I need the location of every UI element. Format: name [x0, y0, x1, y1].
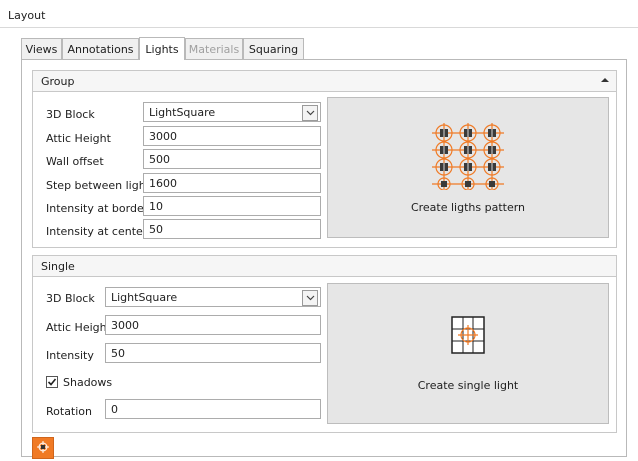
- light-tool-button[interactable]: [32, 437, 54, 459]
- single-block-select[interactable]: LightSquare: [105, 287, 321, 307]
- group-step-label: Step between lights: [46, 179, 156, 192]
- create-pattern-label: Create ligths pattern: [410, 200, 526, 214]
- tab-views[interactable]: Views: [21, 38, 62, 60]
- group-border-label: Intensity at border: [46, 202, 149, 215]
- group-block-select[interactable]: LightSquare: [143, 102, 321, 122]
- group-attic-label: Attic Height: [46, 132, 111, 145]
- group-block-label: 3D Block: [46, 108, 95, 121]
- group-wall-input[interactable]: 500: [143, 149, 321, 169]
- single-rotation-label: Rotation: [46, 405, 93, 418]
- light-grid-icon: [430, 122, 506, 193]
- light-tool-icon: [36, 440, 50, 457]
- tab-label: Annotations: [67, 43, 134, 56]
- single-rotation-value: 0: [111, 402, 118, 416]
- single-attic-label: Attic Height: [46, 321, 111, 334]
- group-attic-input[interactable]: 3000: [143, 126, 321, 146]
- checkmark-icon: [47, 378, 57, 386]
- group-block-value: LightSquare: [149, 105, 216, 119]
- create-single-button[interactable]: Create single light: [327, 283, 609, 424]
- tab-materials: Materials: [185, 38, 243, 60]
- group-center-value: 50: [149, 222, 163, 236]
- chevron-down-icon[interactable]: [302, 290, 318, 306]
- tab-label: Materials: [188, 43, 240, 56]
- tab-squaring[interactable]: Squaring: [243, 38, 304, 60]
- group-step-value: 1600: [149, 176, 177, 190]
- single-header[interactable]: Single: [33, 256, 616, 277]
- create-pattern-button[interactable]: Create ligths pattern: [327, 97, 609, 238]
- group-wall-value: 500: [149, 152, 170, 166]
- single-intensity-input[interactable]: 50: [105, 343, 321, 363]
- group-header-label: Group: [41, 74, 75, 88]
- single-attic-input[interactable]: 3000: [105, 315, 321, 335]
- tab-label: Squaring: [248, 43, 299, 56]
- group-border-value: 10: [149, 199, 163, 213]
- group-header[interactable]: Group: [33, 71, 616, 92]
- window-title: Layout: [8, 9, 46, 22]
- single-block-value: LightSquare: [111, 290, 178, 304]
- group-center-input[interactable]: 50: [143, 219, 321, 239]
- group-center-label: Intensity at center: [46, 225, 148, 238]
- shadows-checkbox[interactable]: [46, 376, 58, 388]
- tab-label: Lights: [145, 42, 179, 56]
- tab-lights[interactable]: Lights: [139, 37, 185, 60]
- single-header-label: Single: [41, 259, 75, 273]
- single-intensity-label: Intensity: [46, 349, 94, 362]
- shadows-label[interactable]: Shadows: [63, 376, 112, 389]
- chevron-up-icon[interactable]: [600, 75, 610, 88]
- group-attic-value: 3000: [149, 129, 177, 143]
- create-single-label: Create single light: [417, 378, 519, 392]
- group-border-input[interactable]: 10: [143, 196, 321, 216]
- group-wall-label: Wall offset: [46, 155, 104, 168]
- tab-label: Views: [25, 43, 58, 56]
- single-block-label: 3D Block: [46, 292, 95, 305]
- single-intensity-value: 50: [111, 346, 125, 360]
- group-step-input[interactable]: 1600: [143, 173, 321, 193]
- tab-annotations[interactable]: Annotations: [62, 38, 139, 60]
- single-attic-value: 3000: [111, 318, 139, 332]
- title-bar: Layout: [0, 0, 638, 28]
- single-light-icon: [451, 315, 485, 357]
- single-rotation-input[interactable]: 0: [105, 399, 321, 419]
- chevron-down-icon[interactable]: [302, 105, 318, 121]
